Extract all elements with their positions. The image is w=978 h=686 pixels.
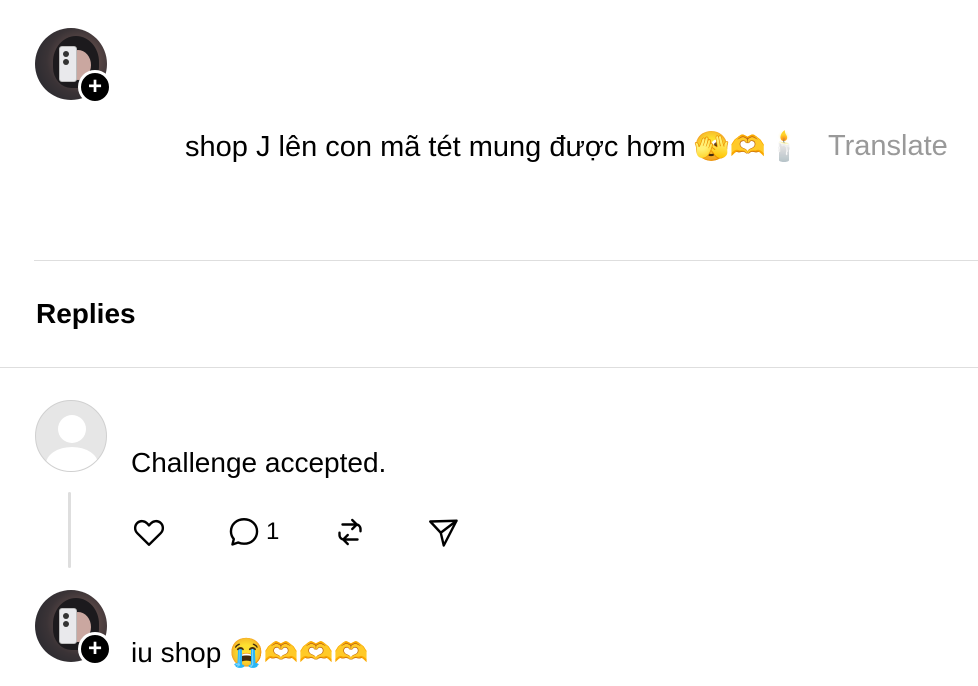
comment-icon (229, 518, 259, 546)
reply-author-avatar[interactable] (35, 400, 107, 472)
repost-icon (338, 518, 362, 546)
avatar-body-shape (46, 447, 98, 471)
translate-link[interactable]: Translate (828, 130, 948, 163)
reply-text: iu shop 😭🫶🫶🫶 (131, 637, 369, 668)
share-button[interactable] (425, 512, 461, 552)
avatar-phone (59, 608, 77, 644)
replies-heading: Replies (36, 298, 136, 329)
follow-plus-icon[interactable]: + (78, 70, 112, 104)
post-divider (34, 260, 978, 261)
send-icon (429, 519, 458, 547)
avatar-phone (59, 46, 77, 82)
like-button[interactable] (131, 512, 167, 552)
avatar-head-shape (58, 415, 86, 443)
follow-plus-icon[interactable]: + (78, 632, 112, 666)
post-text: shop J lên con mã tét mung được hơm 🫣🫶🕯️ (185, 131, 803, 163)
reply-text: Challenge accepted. (131, 447, 387, 478)
repost-button[interactable] (332, 512, 368, 552)
heart-icon (133, 519, 165, 546)
comment-count: 1 (266, 518, 280, 545)
thread-line (68, 492, 71, 568)
replies-divider (0, 367, 978, 368)
comment-button[interactable]: 1 (226, 512, 279, 552)
